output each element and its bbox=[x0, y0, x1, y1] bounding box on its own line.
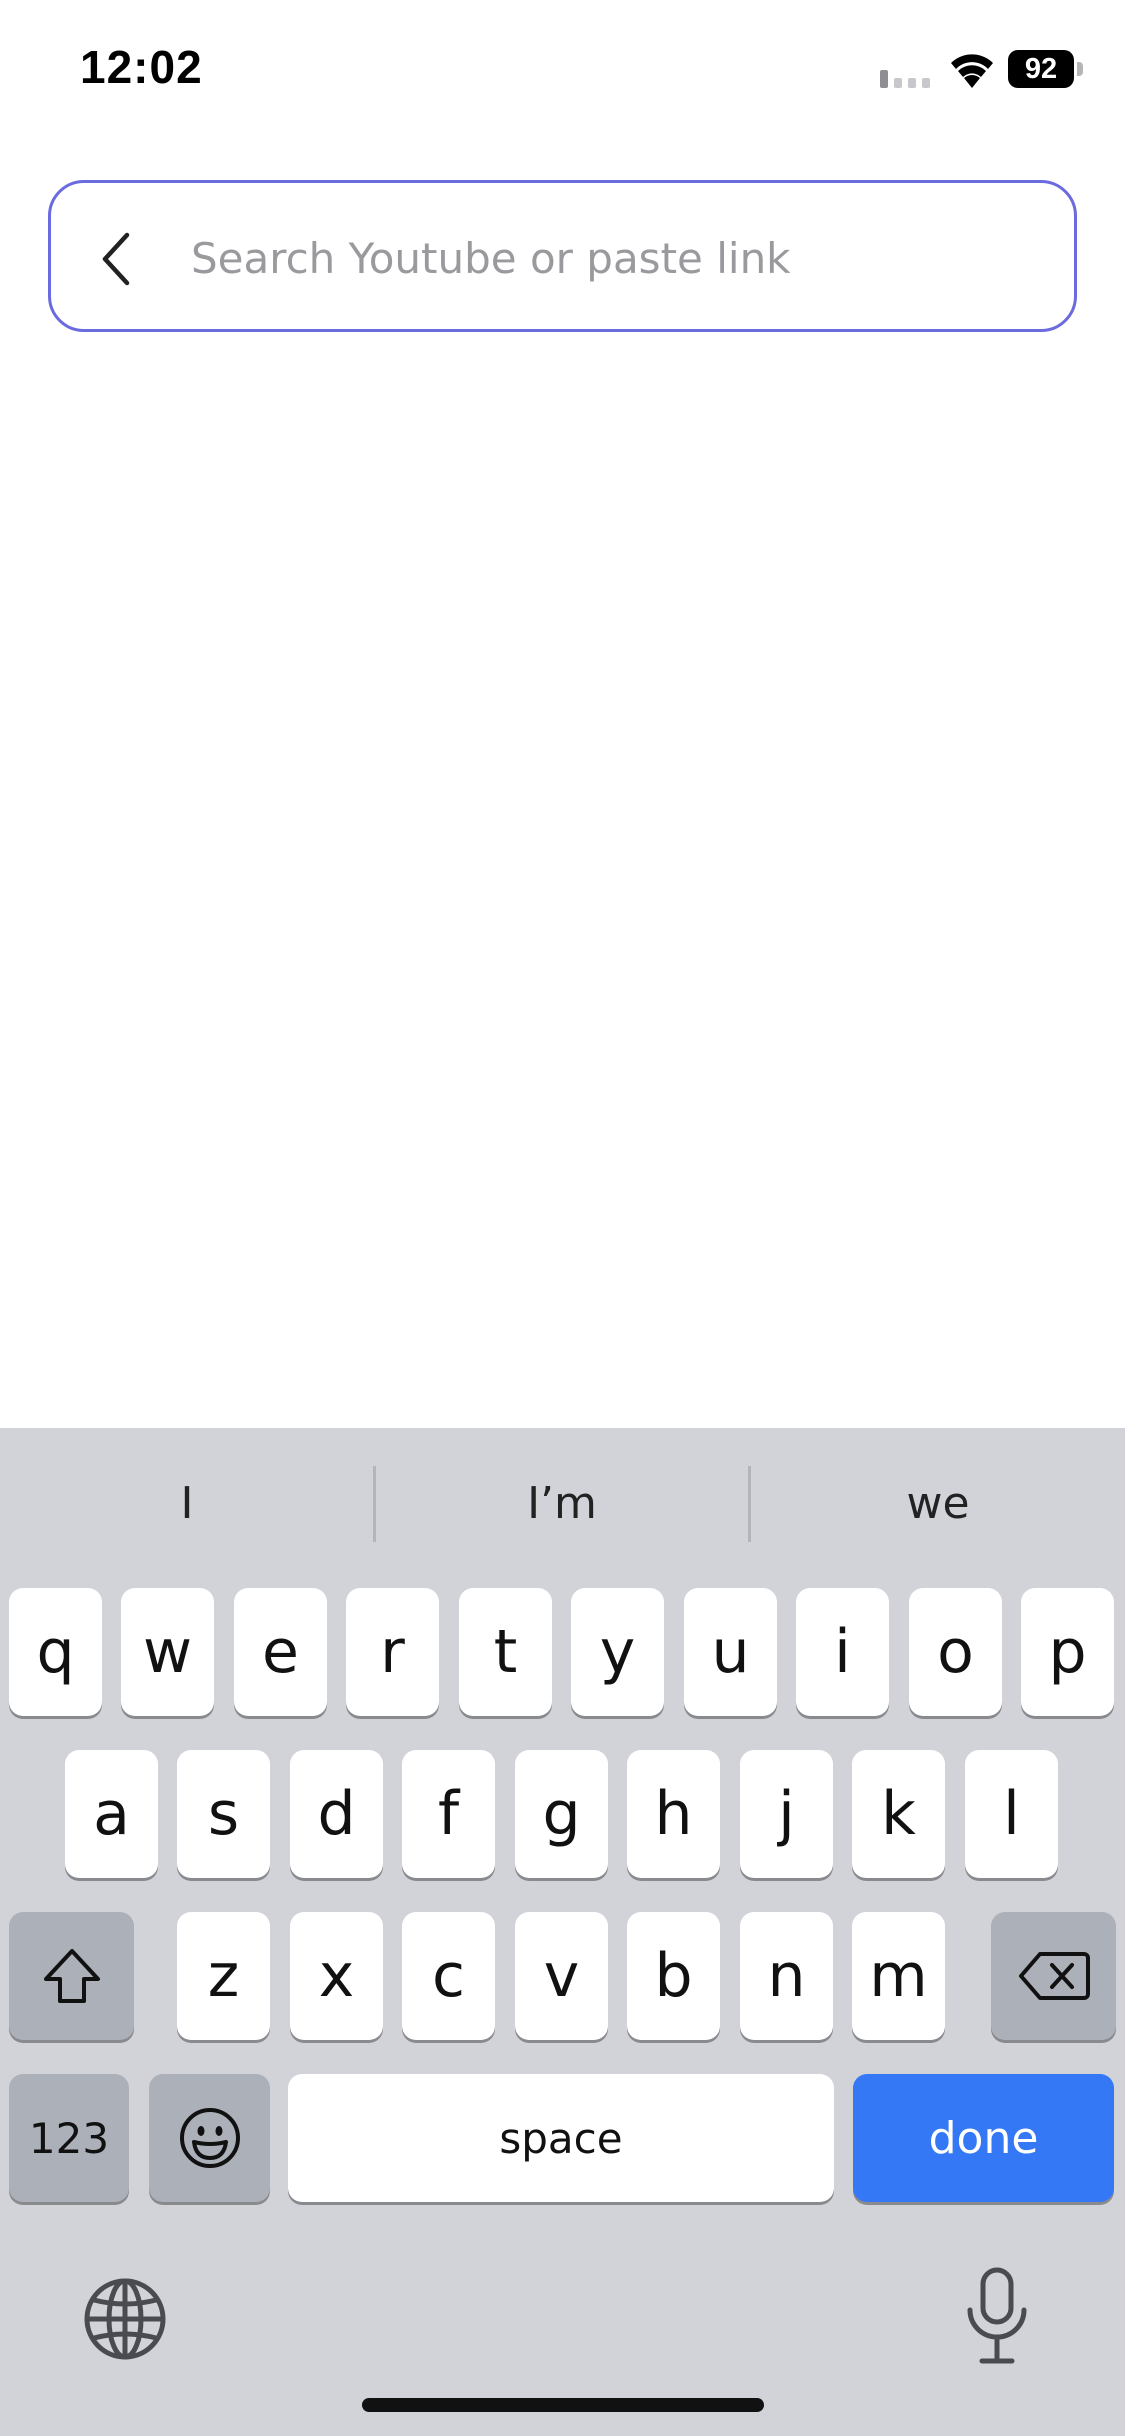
shift-button[interactable] bbox=[9, 1912, 134, 2040]
chevron-left-icon bbox=[102, 232, 130, 286]
key-q[interactable]: q bbox=[9, 1588, 102, 1716]
battery-level: 92 bbox=[1008, 50, 1074, 88]
key-u[interactable]: u bbox=[684, 1588, 777, 1716]
key-r[interactable]: r bbox=[346, 1588, 439, 1716]
key-x[interactable]: x bbox=[290, 1912, 383, 2040]
key-l[interactable]: l bbox=[965, 1750, 1058, 1878]
status-bar: 12:02 92 bbox=[0, 0, 1125, 140]
prediction-bar: I I’m we bbox=[0, 1428, 1125, 1578]
key-y[interactable]: y bbox=[571, 1588, 664, 1716]
key-p[interactable]: p bbox=[1021, 1588, 1114, 1716]
microphone-icon[interactable] bbox=[962, 2266, 1032, 2366]
key-a[interactable]: a bbox=[65, 1750, 158, 1878]
prediction-item[interactable]: we bbox=[751, 1464, 1125, 1544]
delete-backspace-icon bbox=[1018, 1952, 1090, 2000]
numbers-button[interactable]: 123 bbox=[9, 2074, 129, 2202]
status-time: 12:02 bbox=[80, 41, 203, 93]
key-g[interactable]: g bbox=[515, 1750, 608, 1878]
key-b[interactable]: b bbox=[627, 1912, 720, 2040]
key-k[interactable]: k bbox=[852, 1750, 945, 1878]
shift-icon bbox=[43, 1949, 100, 2003]
wifi-icon bbox=[951, 54, 993, 88]
home-indicator bbox=[362, 2398, 764, 2412]
back-button[interactable] bbox=[77, 219, 157, 299]
prediction-item[interactable]: I’m bbox=[375, 1464, 749, 1544]
keyboard: I I’m we q w e r t y u i o p a s d f g h… bbox=[0, 1428, 1125, 2436]
key-o[interactable]: o bbox=[909, 1588, 1002, 1716]
key-t[interactable]: t bbox=[459, 1588, 552, 1716]
key-h[interactable]: h bbox=[627, 1750, 720, 1878]
battery-cap bbox=[1077, 62, 1083, 76]
key-m[interactable]: m bbox=[852, 1912, 945, 2040]
cellular-signal-icon bbox=[880, 70, 930, 88]
emoji-button[interactable] bbox=[149, 2074, 270, 2202]
space-key[interactable]: space bbox=[288, 2074, 834, 2202]
key-w[interactable]: w bbox=[121, 1588, 214, 1716]
done-button[interactable]: done bbox=[853, 2074, 1114, 2202]
delete-button[interactable] bbox=[991, 1912, 1116, 2040]
key-i[interactable]: i bbox=[796, 1588, 889, 1716]
search-input[interactable] bbox=[191, 213, 1051, 303]
key-s[interactable]: s bbox=[177, 1750, 270, 1878]
key-e[interactable]: e bbox=[234, 1588, 327, 1716]
key-v[interactable]: v bbox=[515, 1912, 608, 2040]
prediction-item[interactable]: I bbox=[0, 1464, 374, 1544]
key-d[interactable]: d bbox=[290, 1750, 383, 1878]
key-n[interactable]: n bbox=[740, 1912, 833, 2040]
battery-icon: 92 bbox=[1008, 50, 1084, 88]
key-j[interactable]: j bbox=[740, 1750, 833, 1878]
key-z[interactable]: z bbox=[177, 1912, 270, 2040]
search-bar bbox=[48, 180, 1077, 332]
key-c[interactable]: c bbox=[402, 1912, 495, 2040]
key-f[interactable]: f bbox=[402, 1750, 495, 1878]
emoji-icon bbox=[179, 2108, 240, 2168]
globe-icon[interactable] bbox=[82, 2276, 168, 2362]
